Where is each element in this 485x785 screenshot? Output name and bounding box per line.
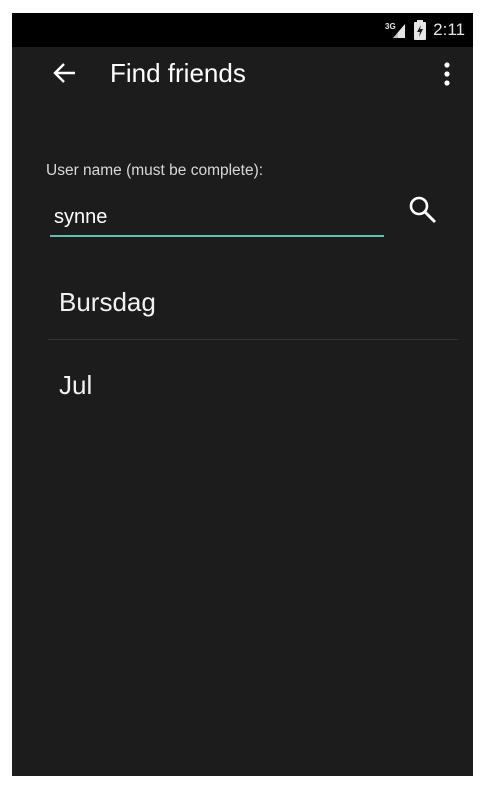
search-icon	[409, 196, 437, 224]
username-label: User name (must be complete):	[46, 162, 264, 179]
list-item-jul[interactable]: Jul	[48, 340, 458, 430]
status-indicators: 3G 2:11	[385, 13, 465, 47]
list-item-label: Jul	[59, 369, 93, 400]
search-button[interactable]	[404, 191, 442, 229]
arrow-back-icon[interactable]	[52, 60, 78, 86]
network-type-label: 3G	[385, 22, 396, 31]
username-input[interactable]	[50, 199, 384, 237]
results-list: Bursdag Jul	[48, 265, 458, 430]
battery-icon	[414, 20, 427, 40]
status-time: 2:11	[433, 20, 465, 39]
list-item-label: Bursdag	[59, 286, 156, 317]
more-vert-icon[interactable]	[437, 60, 457, 88]
phone-screen: 3G 2:11 Find friends User name (must be …	[12, 13, 473, 776]
status-bar: 3G 2:11	[12, 13, 473, 47]
list-item-bursdag[interactable]: Bursdag	[48, 265, 458, 339]
page-title: Find friends	[110, 58, 246, 88]
signal-icon: 3G	[385, 22, 406, 38]
